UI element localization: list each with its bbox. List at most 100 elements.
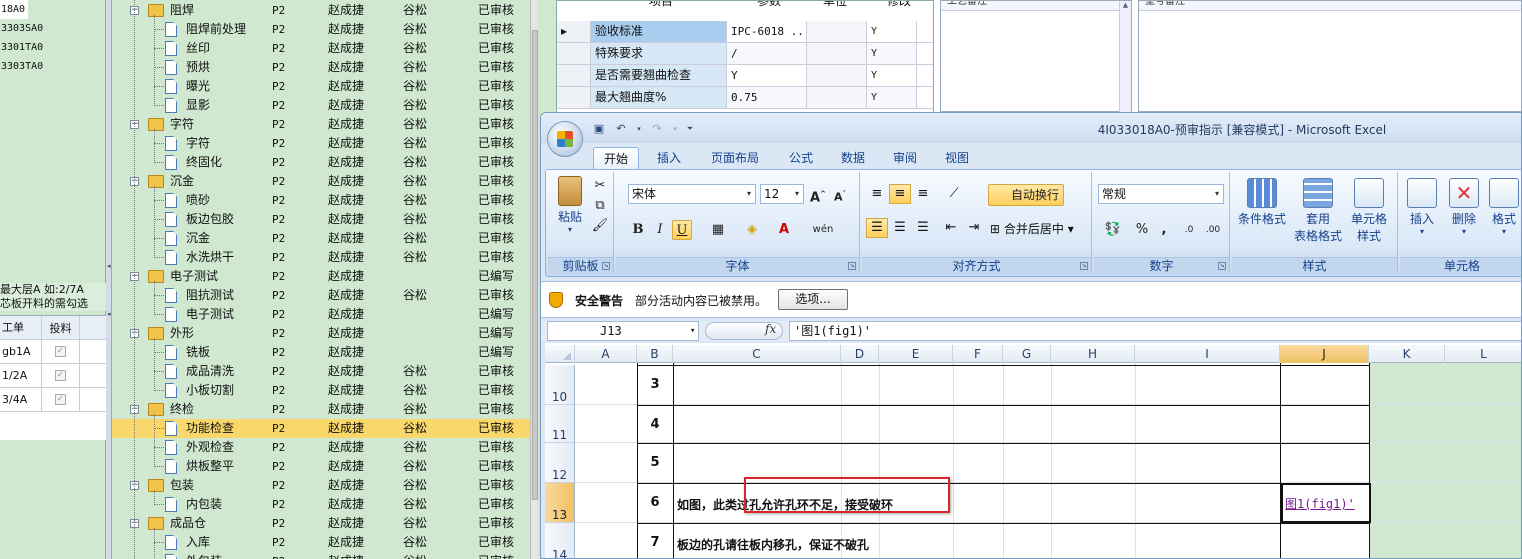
tree-step-node[interactable]: 功能检查 P2 赵成捷 谷松 已审核 [112,419,530,438]
tree-step-node[interactable]: 喷砂 P2 赵成捷 谷松 已审核 [112,191,530,210]
increase-indent-icon[interactable]: ⇥ [963,218,985,238]
tab-6[interactable]: 视图 [935,147,979,169]
param-unit[interactable] [807,21,867,42]
tree-step-node[interactable]: 内包装 P2 赵成捷 谷松 已审核 [112,495,530,514]
format-cells-button[interactable]: 格式 ▾ [1486,178,1521,236]
order-list-item[interactable]: 3301TA0 [0,38,105,57]
align-left-icon[interactable]: ☰ [866,218,888,238]
tree-step-node[interactable]: 电子测试 P2 赵成捷 已编写 [112,305,530,324]
param-value[interactable]: Y [727,65,807,86]
tree-step-node[interactable]: 沉金 P2 赵成捷 谷松 已审核 [112,229,530,248]
model-remark-panel[interactable]: 型号备注 [1138,0,1522,112]
align-middle-icon[interactable]: ≡ [889,184,911,204]
tree-group-node[interactable]: − 成品仓 P2 赵成捷 谷松 已审核 [112,514,530,533]
chevron-down-icon[interactable]: ▾ [743,185,755,203]
process-remark-panel[interactable]: 工艺备注 ▲ [940,0,1132,113]
feed-checkbox[interactable]: ✓ [55,370,66,381]
tab-0[interactable]: 开始 [593,147,640,169]
align-center-icon[interactable]: ☰ [889,218,911,238]
tree-step-node[interactable]: 丝印 P2 赵成捷 谷松 已审核 [112,39,530,58]
tree-group-node[interactable]: − 外形 P2 赵成捷 已编写 [112,324,530,343]
param-modify[interactable]: Y [867,43,917,64]
tree-step-node[interactable]: 终固化 P2 赵成捷 谷松 已审核 [112,153,530,172]
currency-icon[interactable]: 💱 [1098,220,1128,240]
number-format-combo[interactable]: 常规 ▾ [1098,184,1224,204]
comma-icon[interactable]: , [1154,220,1174,240]
tree-group-node[interactable]: − 包装 P2 赵成捷 谷松 已审核 [112,476,530,495]
bold-button[interactable]: B [628,220,648,240]
param-header-unit[interactable]: 单位 [823,1,847,10]
tree-step-node[interactable]: 烘板整平 P2 赵成捷 谷松 已审核 [112,457,530,476]
shrink-font-icon[interactable]: Aˇ [830,184,850,204]
row-header[interactable]: 11 [545,405,575,443]
tree-scrollbar[interactable] [530,0,538,559]
collapse-arrow-icon[interactable]: ◂ [107,262,111,270]
active-cell-border[interactable] [1281,483,1371,523]
tree-group-node[interactable]: − 终检 P2 赵成捷 谷松 已审核 [112,400,530,419]
param-modify[interactable]: Y [867,87,917,108]
tree-step-node[interactable]: 铣板 P2 赵成捷 已编写 [112,343,530,362]
column-header[interactable]: D [841,345,879,363]
tab-1[interactable]: 插入 [647,147,691,169]
office-button[interactable] [547,121,583,157]
column-header[interactable]: I [1135,345,1280,363]
select-all-corner[interactable] [545,345,575,363]
paste-button[interactable]: 粘贴 ▾ [554,176,586,234]
grid-row[interactable]: 1/2A ✓ [0,364,106,388]
clipboard-launcher-icon[interactable]: ↘ [602,262,610,270]
cut-icon[interactable]: ✂ [590,176,610,196]
column-header[interactable]: C [673,345,841,363]
param-unit[interactable] [807,87,867,108]
param-value[interactable]: / [727,43,807,64]
param-row[interactable]: 最大翘曲度% 0.75 Y [557,87,933,109]
param-row[interactable]: 特殊要求 / Y [557,43,933,65]
column-header[interactable]: A [575,345,637,363]
tree-step-node[interactable]: 外包装 P2 赵成捷 谷松 已审核 [112,552,530,559]
phonetic-icon[interactable]: wén [808,220,838,240]
conditional-format-button[interactable]: 条件格式 [1236,178,1288,227]
column-header[interactable]: J [1280,345,1369,363]
insert-cells-button[interactable]: 插入 ▾ [1402,178,1442,236]
align-top-icon[interactable]: ≡ [866,184,888,204]
wrap-text-button[interactable]: 自动换行 [988,184,1064,206]
param-row[interactable]: 是否需要翘曲检查 Y Y [557,65,933,87]
tree-step-node[interactable]: 小板切割 P2 赵成捷 谷松 已审核 [112,381,530,400]
col-header-feed[interactable]: 投料 [42,316,80,339]
chevron-down-icon[interactable]: ▾ [791,185,803,203]
chevron-down-icon[interactable]: ▾ [1211,185,1223,203]
cell-styles-button[interactable]: 单元格 样式 [1344,178,1394,244]
number-launcher-icon[interactable]: ↘ [1218,262,1226,270]
tab-5[interactable]: 审阅 [883,147,927,169]
paste-dropdown-icon[interactable]: ▾ [554,225,586,234]
column-header[interactable]: K [1369,345,1445,363]
format-painter-icon[interactable]: 🖌 [590,216,610,236]
tree-step-node[interactable]: 成品清洗 P2 赵成捷 谷松 已审核 [112,362,530,381]
tab-3[interactable]: 公式 [779,147,823,169]
scroll-thumb[interactable] [532,30,538,500]
order-list-item[interactable]: 3303TA0 [0,57,105,76]
column-header[interactable]: H [1051,345,1135,363]
order-list-item[interactable]: 18A0 [0,0,28,19]
column-header[interactable]: E [879,345,953,363]
column-header[interactable]: F [953,345,1003,363]
param-value[interactable]: 0.75 [727,87,807,108]
name-box[interactable]: J13 ▾ [547,321,699,341]
orientation-icon[interactable]: ⟋ [940,184,968,204]
delete-cells-button[interactable]: ✕ 删除 ▾ [1444,178,1484,236]
alignment-launcher-icon[interactable]: ↘ [1080,262,1088,270]
font-color-icon[interactable]: A [770,220,798,240]
param-modify[interactable]: Y [867,65,917,86]
tree-group-node[interactable]: − 阻焊 P2 赵成捷 谷松 已审核 [112,1,530,20]
grow-font-icon[interactable]: A^ [808,184,828,205]
fill-color-icon[interactable]: ◈ [738,220,766,240]
grid-row[interactable]: 3/4A ✓ [0,388,106,412]
tab-2[interactable]: 页面布局 [701,147,769,169]
decrease-decimal-icon[interactable]: .00 [1202,220,1224,240]
tree-step-node[interactable]: 板边包胶 P2 赵成捷 谷松 已审核 [112,210,530,229]
chevron-down-icon[interactable]: ▾ [1444,227,1484,236]
tree-step-node[interactable]: 阻抗测试 P2 赵成捷 谷松 已审核 [112,286,530,305]
font-launcher-icon[interactable]: ↘ [848,262,856,270]
font-size-combo[interactable]: 12 ▾ [760,184,804,204]
formula-input[interactable]: '图1(fig1)' [789,321,1521,341]
column-header[interactable]: G [1003,345,1051,363]
